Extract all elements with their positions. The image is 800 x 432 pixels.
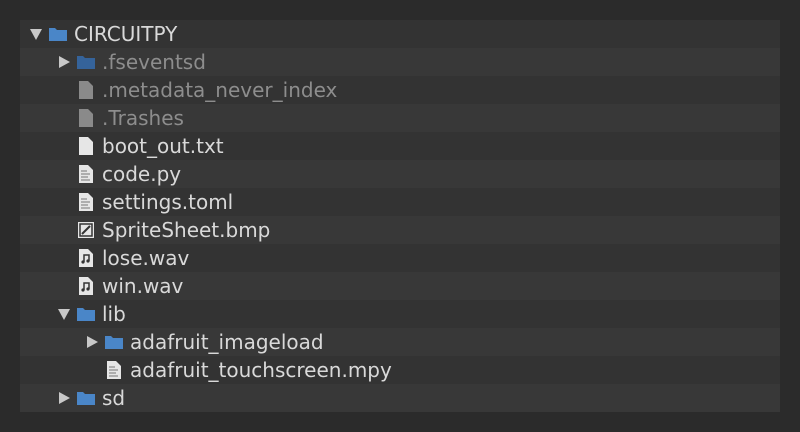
tree-item-label: sd [102,386,126,410]
tree-item-label: .fseventsd [102,50,206,74]
tree-item-code-py[interactable]: code.py [20,160,780,188]
tree-item-label: settings.toml [102,190,234,214]
folder-icon [48,20,68,48]
tree-item-circuitpy[interactable]: CIRCUITPY [20,20,780,48]
folder-icon [104,328,124,356]
tree-item-lib[interactable]: lib [20,300,780,328]
collapsed-triangle-icon[interactable] [84,328,100,356]
code-file-icon [76,160,96,188]
tree-item-fseventsd[interactable]: .fseventsd [20,48,780,76]
tree-item-adafruit-touchscreen-mpy[interactable]: adafruit_touchscreen.mpy [20,356,780,384]
tree-item-win-wav[interactable]: win.wav [20,272,780,300]
tree-item-label: adafruit_touchscreen.mpy [130,358,392,382]
audio-file-icon [76,244,96,272]
collapsed-triangle-icon[interactable] [56,384,72,412]
file-gray-icon [76,104,96,132]
file-icon [76,132,96,160]
folder-icon [76,300,96,328]
tree-item-label: win.wav [102,274,184,298]
tree-item-label: lib [102,302,126,326]
tree-item-adafruit-imageload[interactable]: adafruit_imageload [20,328,780,356]
tree-item-label: SpriteSheet.bmp [102,218,271,242]
code-file-icon [104,356,124,384]
audio-file-icon [76,272,96,300]
tree-item-label: CIRCUITPY [74,22,178,46]
code-file-icon [76,188,96,216]
tree-item-lose-wav[interactable]: lose.wav [20,244,780,272]
expanded-triangle-icon[interactable] [28,20,44,48]
tree-item-label: boot_out.txt [102,134,224,158]
tree-item-settings-toml[interactable]: settings.toml [20,188,780,216]
file-gray-icon [76,76,96,104]
expanded-triangle-icon[interactable] [56,300,72,328]
tree-item-metadata-never-index[interactable]: .metadata_never_index [20,76,780,104]
folder-icon [76,384,96,412]
tree-item-sd[interactable]: sd [20,384,780,412]
file-tree-panel: CIRCUITPY .fseventsd .metadata_never_ind… [20,20,780,412]
collapsed-triangle-icon[interactable] [56,48,72,76]
tree-item-trashes[interactable]: .Trashes [20,104,780,132]
tree-item-label: code.py [102,162,182,186]
tree-item-label: .metadata_never_index [102,78,338,102]
tree-item-spritesheet-bmp[interactable]: SpriteSheet.bmp [20,216,780,244]
image-file-icon [76,216,96,244]
tree-item-label: lose.wav [102,246,190,270]
folder-icon [76,48,96,76]
tree-item-boot-out-txt[interactable]: boot_out.txt [20,132,780,160]
tree-item-label: .Trashes [102,106,184,130]
tree-item-label: adafruit_imageload [130,330,324,354]
